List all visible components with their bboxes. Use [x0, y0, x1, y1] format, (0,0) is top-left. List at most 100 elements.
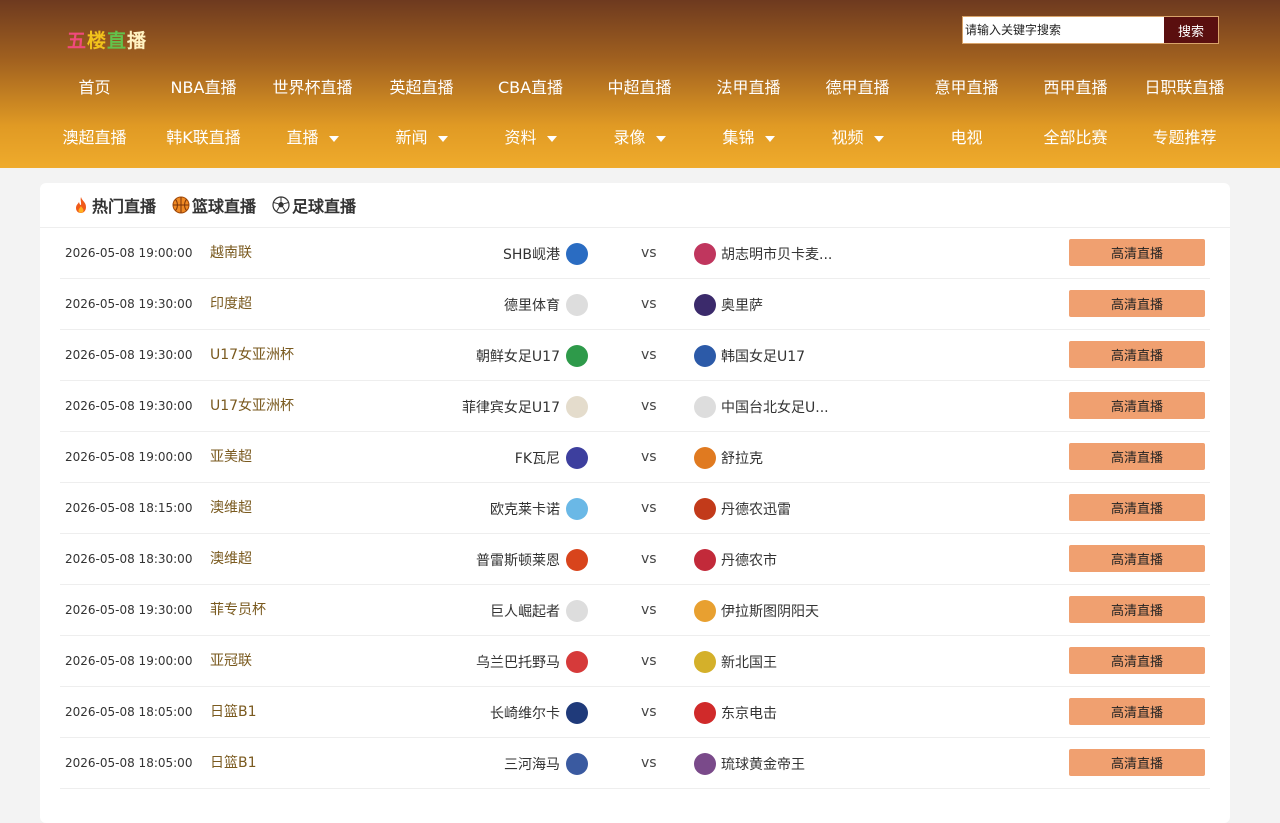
match-row: 2026-05-08 19:00:00 亚冠联 乌兰巴托野马 vs 新北国王 高清直播 [60, 636, 1210, 687]
nav-row-1: 首页 NBA直播 世界杯直播 英超直播 CBA直播 中超直播 法甲直播 德甲直播 意甲直播 西甲直… [40, 61, 1240, 111]
home-team-name: 乌兰巴托野马 [476, 654, 560, 671]
away-team-name: 奥里萨 [721, 297, 763, 314]
away-team-name: 中国台北女足U... [721, 399, 829, 416]
nav-item[interactable]: 西甲直播 [1021, 74, 1130, 98]
away-team[interactable]: 胡志明市贝卡麦... [694, 228, 832, 279]
nav-item[interactable]: 世界杯直播 [258, 74, 367, 98]
nav-item-label: 专题推荐 [1152, 128, 1217, 147]
hd-live-button[interactable]: 高清直播 [1069, 647, 1205, 674]
home-team[interactable]: 菲律宾女足U17 [462, 381, 588, 432]
away-team[interactable]: 东京电击 [694, 687, 777, 738]
home-team-name: 三河海马 [504, 756, 560, 773]
away-team[interactable]: 奥里萨 [694, 279, 763, 330]
nav-item[interactable]: 澳超直播 [40, 124, 149, 148]
vs-label: vs [641, 347, 657, 363]
hd-live-button[interactable]: 高清直播 [1069, 443, 1205, 470]
search-input[interactable] [963, 17, 1164, 43]
match-league[interactable]: 菲专员杯 [210, 585, 266, 636]
away-team[interactable]: 丹德农迅雷 [694, 483, 791, 534]
nav-item[interactable]: 首页 [40, 74, 149, 98]
nav-item[interactable]: 法甲直播 [694, 74, 803, 98]
home-team[interactable]: 三河海马 [504, 738, 588, 789]
hd-live-button[interactable]: 高清直播 [1069, 239, 1205, 266]
away-team[interactable]: 新北国王 [694, 636, 777, 687]
match-time: 2026-05-08 19:30:00 [65, 297, 193, 311]
hd-live-button[interactable]: 高清直播 [1069, 596, 1205, 623]
home-team-name: 欧克莱卡诺 [490, 501, 560, 518]
tab-soccer-live[interactable]: 足球直播 [272, 193, 356, 217]
match-league[interactable]: 日篮B1 [210, 687, 257, 738]
nav-item[interactable]: 专题推荐 [1130, 124, 1239, 148]
match-time: 2026-05-08 18:05:00 [65, 756, 193, 770]
nav-item[interactable]: 视频 [803, 124, 912, 148]
match-time: 2026-05-08 19:30:00 [65, 348, 193, 362]
hd-live-button[interactable]: 高清直播 [1069, 392, 1205, 419]
tab-hot-live[interactable]: 热门直播 [72, 193, 156, 217]
away-team-logo-icon [694, 395, 716, 418]
vs-label: vs [641, 551, 657, 567]
site-logo[interactable]: 五楼直播 [67, 26, 147, 53]
nav-item[interactable]: 资料 [476, 124, 585, 148]
nav-item-label: 视频 [831, 128, 864, 147]
nav-item-label: 录像 [613, 128, 646, 147]
search-button[interactable]: 搜索 [1164, 17, 1218, 43]
hd-live-button[interactable]: 高清直播 [1069, 749, 1205, 776]
hd-live-button[interactable]: 高清直播 [1069, 290, 1205, 317]
away-team[interactable]: 丹德农市 [694, 534, 777, 585]
nav-item[interactable]: 电视 [912, 124, 1021, 148]
away-team[interactable]: 琉球黄金帝王 [694, 738, 805, 789]
match-league[interactable]: U17女亚洲杯 [210, 330, 294, 381]
home-team-logo-icon [566, 752, 588, 775]
nav-item[interactable]: 中超直播 [585, 74, 694, 98]
away-team[interactable]: 中国台北女足U... [694, 381, 829, 432]
match-row: 2026-05-08 18:05:00 日篮B1 三河海马 vs 琉球黄金帝王 高清直播 [60, 738, 1210, 789]
match-league[interactable]: 日篮B1 [210, 738, 257, 789]
home-team[interactable]: 乌兰巴托野马 [476, 636, 588, 687]
nav-item[interactable]: 意甲直播 [912, 74, 1021, 98]
hd-live-button[interactable]: 高清直播 [1069, 545, 1205, 572]
home-team[interactable]: 德里体育 [504, 279, 588, 330]
away-team-name: 丹德农市 [721, 552, 777, 569]
match-league[interactable]: 越南联 [210, 228, 252, 279]
hd-live-button[interactable]: 高清直播 [1069, 494, 1205, 521]
home-team[interactable]: SHB岘港 [503, 228, 588, 279]
away-team-name: 伊拉斯图阴阳天 [721, 603, 819, 620]
hd-live-button[interactable]: 高清直播 [1069, 698, 1205, 725]
away-team[interactable]: 伊拉斯图阴阳天 [694, 585, 819, 636]
home-team[interactable]: 普雷斯顿莱恩 [476, 534, 588, 585]
nav-item-label: 韩K联直播 [166, 128, 241, 147]
logo-char: 直 [107, 30, 128, 52]
nav-item[interactable]: 日职联直播 [1130, 74, 1239, 98]
hd-live-button[interactable]: 高清直播 [1069, 341, 1205, 368]
nav-item[interactable]: 新闻 [367, 124, 476, 148]
match-league[interactable]: 印度超 [210, 279, 252, 330]
match-league[interactable]: U17女亚洲杯 [210, 381, 294, 432]
match-league[interactable]: 澳维超 [210, 483, 252, 534]
nav-item[interactable]: 直播 [258, 124, 367, 148]
match-time: 2026-05-08 18:30:00 [65, 552, 193, 566]
nav-item[interactable]: 录像 [585, 124, 694, 148]
match-league[interactable]: 亚冠联 [210, 636, 252, 687]
home-team[interactable]: 巨人崛起者 [490, 585, 588, 636]
home-team[interactable]: 朝鲜女足U17 [476, 330, 588, 381]
nav-item[interactable]: 全部比赛 [1021, 124, 1130, 148]
match-league[interactable]: 亚美超 [210, 432, 252, 483]
away-team-logo-icon [694, 344, 716, 367]
tab-basketball-live[interactable]: 篮球直播 [172, 193, 256, 217]
nav-item-label: 全部比赛 [1043, 128, 1108, 147]
home-team[interactable]: 长崎维尔卡 [490, 687, 588, 738]
away-team[interactable]: 舒拉克 [694, 432, 763, 483]
away-team[interactable]: 韩国女足U17 [694, 330, 805, 381]
nav-item[interactable]: CBA直播 [476, 74, 585, 98]
match-row: 2026-05-08 19:30:00 U17女亚洲杯 朝鲜女足U17 vs 韩国女足U… [60, 330, 1210, 381]
home-team[interactable]: 欧克莱卡诺 [490, 483, 588, 534]
nav-item[interactable]: 德甲直播 [803, 74, 912, 98]
nav-item[interactable]: 集锦 [694, 124, 803, 148]
match-league[interactable]: 澳维超 [210, 534, 252, 585]
nav-item[interactable]: NBA直播 [149, 74, 258, 98]
home-team-name: 巨人崛起者 [490, 603, 560, 620]
home-team[interactable]: FK瓦尼 [515, 432, 588, 483]
nav-item[interactable]: 英超直播 [367, 74, 476, 98]
vs-label: vs [641, 449, 657, 465]
nav-item[interactable]: 韩K联直播 [149, 124, 258, 148]
